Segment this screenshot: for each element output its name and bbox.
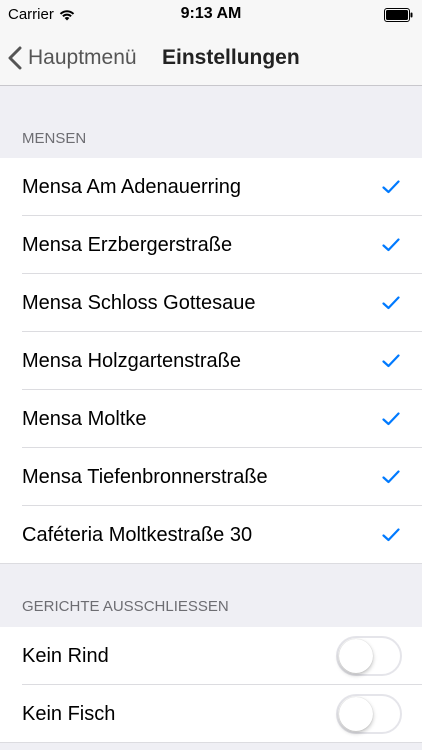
- toggle-knob: [339, 639, 373, 673]
- exclude-label: Kein Fisch: [22, 702, 116, 725]
- mensa-row-holzgartenstrasse[interactable]: Mensa Holzgartenstraße: [0, 332, 422, 390]
- checkmark-icon: [382, 354, 400, 368]
- toggle-kein-fisch[interactable]: [336, 694, 402, 734]
- mensa-row-erzbergerstrasse[interactable]: Mensa Erzbergerstraße: [0, 216, 422, 274]
- mensa-label: Mensa Moltke: [22, 407, 147, 430]
- section-header-gerichte: GERICHTE AUSSCHLIESSEN: [22, 598, 229, 615]
- exclude-row-rind: Kein Rind: [0, 627, 422, 685]
- mensa-label: Mensa Schloss Gottesaue: [22, 291, 256, 314]
- status-time: 9:13 AM: [180, 5, 242, 22]
- checkmark-icon: [382, 412, 400, 426]
- mensa-label: Mensa Tiefenbronnerstraße: [22, 465, 268, 488]
- page-title: Einstellungen: [162, 46, 300, 69]
- checkmark-icon: [382, 296, 400, 310]
- mensa-label: Caféteria Moltkestraße 30: [22, 523, 253, 546]
- mensa-label: Mensa Erzbergerstraße: [22, 233, 233, 256]
- exclude-label: Kein Rind: [22, 644, 109, 667]
- section-header-mensen: MENSEN: [22, 130, 87, 147]
- status-bar: Carrier 9:13 AM: [0, 0, 422, 30]
- mensa-row-moltke[interactable]: Mensa Moltke: [0, 390, 422, 448]
- toggle-kein-rind[interactable]: [336, 636, 402, 676]
- mensa-row-tiefenbronnerstrasse[interactable]: Mensa Tiefenbronnerstraße: [0, 448, 422, 506]
- checkmark-icon: [382, 238, 400, 252]
- checkmark-icon: [382, 180, 400, 194]
- toggle-knob: [339, 697, 373, 731]
- chevron-left-icon: [8, 46, 22, 70]
- exclude-row-fisch: Kein Fisch: [0, 685, 422, 743]
- checkmark-icon: [382, 470, 400, 484]
- battery-icon: [384, 8, 414, 26]
- back-button[interactable]: Hauptmenü: [8, 30, 137, 86]
- mensa-label: Mensa Holzgartenstraße: [22, 349, 241, 372]
- mensa-label: Mensa Am Adenauerring: [22, 175, 242, 198]
- checkmark-icon: [382, 528, 400, 542]
- mensa-row-schloss-gottesaue[interactable]: Mensa Schloss Gottesaue: [0, 274, 422, 332]
- navigation-bar: Hauptmenü Einstellungen: [0, 30, 422, 86]
- mensen-list: Mensa Am Adenauerring Mensa Erzbergerstr…: [0, 158, 422, 564]
- back-button-label: Hauptmenü: [28, 46, 137, 69]
- gerichte-list: Kein Rind Kein Fisch: [0, 627, 422, 743]
- mensa-row-cafeteria-moltkestrasse[interactable]: Caféteria Moltkestraße 30: [0, 506, 422, 564]
- mensa-row-adenauerring[interactable]: Mensa Am Adenauerring: [0, 158, 422, 216]
